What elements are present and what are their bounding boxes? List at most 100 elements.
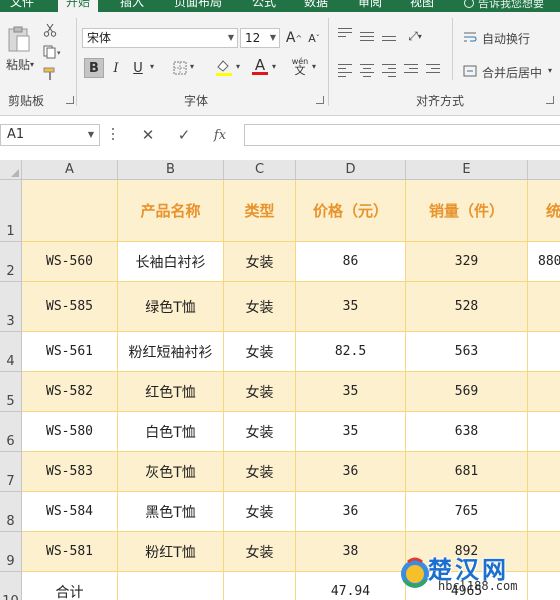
table-cell[interactable]: 黑色T恤 xyxy=(118,492,224,532)
row-header[interactable]: 8 xyxy=(0,492,22,532)
underline-dropdown-icon[interactable]: ▾ xyxy=(150,62,154,71)
table-cell[interactable]: WS-584 xyxy=(22,492,118,532)
table-cell[interactable]: 681 xyxy=(406,452,528,492)
tell-me-box[interactable]: 告诉我您想要 xyxy=(464,0,544,11)
table-cell[interactable]: 女装 xyxy=(224,452,296,492)
row-header[interactable]: 4 xyxy=(0,332,22,372)
orientation-icon[interactable]: ⤢ ▾ xyxy=(402,28,428,44)
merge-dropdown-icon[interactable]: ▾ xyxy=(548,66,552,75)
table-cell[interactable] xyxy=(528,332,560,372)
copy-icon[interactable]: ▾ xyxy=(42,44,64,60)
table-cell[interactable]: 白色T恤 xyxy=(118,412,224,452)
wrap-text-button[interactable]: 自动换行 xyxy=(482,30,530,47)
table-cell[interactable]: WS-582 xyxy=(22,372,118,412)
table-cell[interactable]: WS-585 xyxy=(22,282,118,332)
grow-font-button[interactable]: A ^ xyxy=(284,28,304,48)
cut-icon[interactable] xyxy=(42,22,58,38)
tab-data[interactable]: 数据 xyxy=(304,0,328,12)
table-cell[interactable] xyxy=(528,372,560,412)
merge-center-icon[interactable] xyxy=(462,64,478,78)
column-header-f[interactable] xyxy=(528,160,560,180)
table-cell[interactable]: 35 xyxy=(296,372,406,412)
table-cell[interactable] xyxy=(528,282,560,332)
align-middle-icon[interactable] xyxy=(360,32,374,44)
table-cell[interactable]: 36 xyxy=(296,452,406,492)
table-cell[interactable]: 绿色T恤 xyxy=(118,282,224,332)
borders-dropdown-icon[interactable]: ▾ xyxy=(190,62,194,71)
table-cell[interactable]: 35 xyxy=(296,412,406,452)
tab-page-layout[interactable]: 页面布局 xyxy=(174,0,222,12)
table-header-cell[interactable]: 类型 xyxy=(224,180,296,242)
phonetic-dropdown-icon[interactable]: ▾ xyxy=(312,62,316,71)
fill-color-icon[interactable] xyxy=(214,58,234,76)
column-header-d[interactable]: D xyxy=(296,160,406,180)
table-cell[interactable]: 35 xyxy=(296,282,406,332)
table-cell[interactable]: 38 xyxy=(296,532,406,572)
font-launcher-icon[interactable] xyxy=(316,96,324,104)
table-cell[interactable]: 粉红短袖衬衫 xyxy=(118,332,224,372)
merge-center-button[interactable]: 合并后居中 xyxy=(482,64,542,81)
row-header[interactable]: 3 xyxy=(0,282,22,332)
table-cell[interactable]: 82.5 xyxy=(296,332,406,372)
table-cell[interactable]: 女装 xyxy=(224,532,296,572)
table-cell[interactable]: WS-580 xyxy=(22,412,118,452)
row-header[interactable]: 5 xyxy=(0,372,22,412)
tab-formulas[interactable]: 公式 xyxy=(252,0,276,12)
table-cell[interactable]: 女装 xyxy=(224,372,296,412)
tab-insert[interactable]: 插入 xyxy=(120,0,144,12)
table-cell[interactable]: 长袖白衬衫 xyxy=(118,242,224,282)
font-name-combo[interactable]: 宋体 ▼ xyxy=(82,28,238,48)
decrease-indent-icon[interactable] xyxy=(404,64,418,76)
table-cell[interactable]: 563 xyxy=(406,332,528,372)
table-cell[interactable]: 765 xyxy=(406,492,528,532)
align-right-icon[interactable] xyxy=(382,64,396,80)
table-cell[interactable]: 638 xyxy=(406,412,528,452)
row-header[interactable]: 2 xyxy=(0,242,22,282)
table-cell[interactable]: 灰色T恤 xyxy=(118,452,224,492)
column-header-c[interactable]: C xyxy=(224,160,296,180)
paste-icon[interactable] xyxy=(6,26,32,54)
column-header-a[interactable]: A xyxy=(22,160,118,180)
phonetic-button[interactable]: wén 文 xyxy=(290,56,310,76)
table-cell[interactable]: 880 xyxy=(528,242,560,282)
shrink-font-button[interactable]: Aˇ xyxy=(304,28,324,48)
align-left-icon[interactable] xyxy=(338,64,352,80)
wrap-text-icon[interactable] xyxy=(462,30,478,44)
table-cell[interactable]: 329 xyxy=(406,242,528,282)
font-color-button[interactable]: A xyxy=(250,56,270,76)
italic-button[interactable]: I xyxy=(106,58,126,78)
table-cell[interactable] xyxy=(528,492,560,532)
increase-indent-icon[interactable] xyxy=(426,64,440,76)
table-header-cell[interactable]: 价格（元） xyxy=(296,180,406,242)
fill-color-dropdown-icon[interactable]: ▾ xyxy=(236,62,240,71)
align-top-icon[interactable] xyxy=(338,28,352,40)
row-header[interactable]: 6 xyxy=(0,412,22,452)
table-cell[interactable]: 86 xyxy=(296,242,406,282)
table-cell[interactable]: 女装 xyxy=(224,412,296,452)
total-label-cell[interactable]: 合计 xyxy=(22,572,118,600)
tab-file[interactable]: 文件 xyxy=(10,0,34,12)
font-color-dropdown-icon[interactable]: ▾ xyxy=(272,62,276,71)
row-header[interactable]: 10 xyxy=(0,572,22,600)
table-cell[interactable]: WS-581 xyxy=(22,532,118,572)
enter-icon[interactable]: ✓ xyxy=(172,125,196,145)
paste-dropdown-icon[interactable]: ▾ xyxy=(30,60,34,69)
row-header[interactable]: 1 xyxy=(0,180,22,242)
borders-icon[interactable] xyxy=(172,60,188,76)
paste-label[interactable]: 粘贴 xyxy=(6,56,30,73)
underline-button[interactable]: U xyxy=(128,58,148,78)
table-cell[interactable] xyxy=(528,412,560,452)
bold-button[interactable]: B xyxy=(84,58,104,78)
table-cell[interactable]: 粉红T恤 xyxy=(118,532,224,572)
insert-function-icon[interactable]: fx xyxy=(208,125,232,145)
formula-input[interactable] xyxy=(244,124,560,146)
table-cell[interactable]: 女装 xyxy=(224,332,296,372)
grip-icon[interactable] xyxy=(112,128,115,142)
row-header[interactable]: 7 xyxy=(0,452,22,492)
table-cell[interactable]: 女装 xyxy=(224,282,296,332)
column-header-b[interactable]: B xyxy=(118,160,224,180)
table-header-cell[interactable]: 统 xyxy=(528,180,560,242)
name-box[interactable]: A1 ▼ xyxy=(0,124,100,146)
align-center-icon[interactable] xyxy=(360,64,374,80)
table-header-cell[interactable] xyxy=(22,180,118,242)
